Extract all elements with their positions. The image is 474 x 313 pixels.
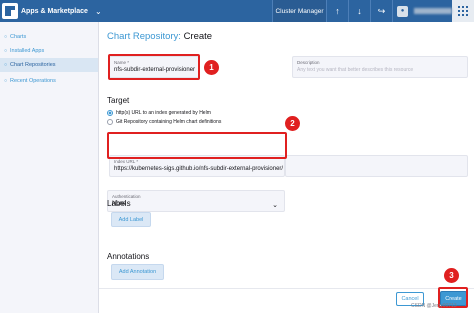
app-title[interactable]: Apps & Marketplace	[21, 8, 95, 15]
index-url-value: https://kubernetes-sigs.github.io/nfs-su…	[114, 166, 284, 172]
sidebar-item-chart-repositories[interactable]: ○ Chart Repositories	[0, 58, 98, 72]
sidebar-item-installed-apps[interactable]: ○ Installed Apps	[0, 44, 98, 58]
radio-button-checked[interactable]	[107, 110, 113, 116]
cluster-manager-button[interactable]: Cluster Manager	[272, 0, 326, 22]
radio-label: Git Repository containing Helm chart def…	[116, 119, 222, 125]
annotation-badge-3: 3	[444, 268, 459, 283]
radio-http-url[interactable]: http(s) URL to an index generated by Hel…	[107, 110, 211, 116]
index-url-label: Index URL *	[114, 159, 139, 164]
annotations-section-title: Annotations	[107, 252, 150, 261]
authentication-label: Authentication	[112, 194, 141, 199]
description-placeholder: Any text you want that better describes …	[297, 67, 414, 73]
sidebar-item-recent-operations[interactable]: ○ Recent Operations	[0, 74, 98, 88]
labels-section-title: Labels	[107, 199, 131, 208]
annotation-badge-2: 2	[285, 116, 300, 131]
index-url-field-extension	[285, 155, 468, 177]
chevron-down-icon[interactable]: ⌄	[95, 7, 107, 16]
description-field[interactable]: Description Any text you want that bette…	[292, 56, 468, 78]
user-icon: ●	[397, 5, 408, 17]
download-icon[interactable]: ↓	[348, 0, 370, 22]
top-bar: Apps & Marketplace ⌄ Cluster Manager ↑ ↓…	[0, 0, 474, 22]
radio-git-repo[interactable]: Git Repository containing Helm chart def…	[107, 119, 221, 125]
sidebar-item-label: Chart Repositories	[10, 62, 56, 68]
branch-icon[interactable]: ↪	[370, 0, 392, 22]
sidebar-item-charts[interactable]: ○ Charts	[0, 30, 98, 44]
radio-button[interactable]	[107, 119, 113, 125]
sidebar-item-label: Charts	[10, 34, 27, 40]
annotation-box-name	[108, 54, 200, 80]
annotation-box-index-url	[107, 132, 287, 159]
description-label: Description	[297, 60, 320, 65]
target-section-title: Target	[107, 96, 130, 105]
authentication-value: None	[112, 201, 127, 207]
sidebar-item-label: Installed Apps	[10, 48, 45, 54]
authentication-select[interactable]: Authentication None ⌄	[107, 190, 285, 212]
add-annotation-button[interactable]: Add Annotation	[111, 264, 164, 280]
sidebar: ○ Charts ○ Installed Apps ○ Chart Reposi…	[0, 22, 99, 313]
radio-label: http(s) URL to an index generated by Hel…	[116, 110, 211, 116]
redacted-username	[414, 8, 452, 14]
breadcrumb-link[interactable]: Chart Repository:	[107, 31, 181, 42]
chevron-down-icon: ⌄	[272, 202, 278, 209]
footer-divider	[99, 288, 474, 289]
user-menu[interactable]: ●	[392, 0, 452, 22]
app-logo-icon[interactable]	[2, 3, 18, 19]
menu-grid-icon[interactable]	[452, 0, 474, 22]
page-title: Chart Repository: Create	[107, 31, 212, 42]
sidebar-item-label: Recent Operations	[10, 78, 56, 84]
add-label-button[interactable]: Add Label	[111, 212, 151, 227]
upload-icon[interactable]: ↑	[326, 0, 348, 22]
watermark: CSDN @Jerry00713	[411, 303, 457, 309]
page-action: Create	[183, 31, 213, 42]
annotation-badge-1: 1	[204, 60, 219, 75]
